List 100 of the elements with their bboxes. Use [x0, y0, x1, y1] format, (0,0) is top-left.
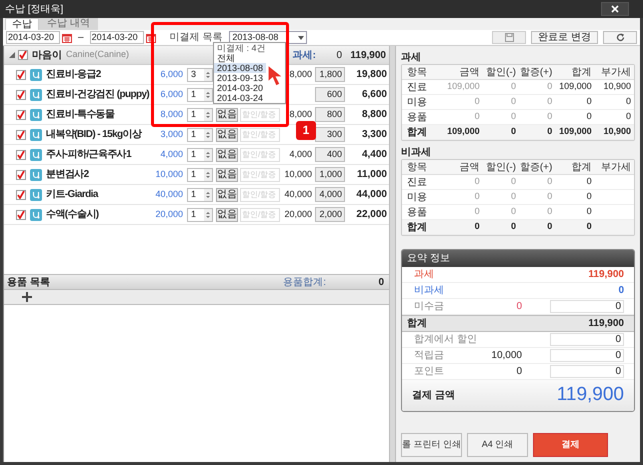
- quantity-spinner[interactable]: 1: [187, 168, 213, 182]
- checkbox[interactable]: [16, 150, 26, 160]
- complete-button[interactable]: 완료로 변경: [531, 31, 598, 44]
- table-cell-text: 0: [510, 190, 516, 204]
- summary-label: 포인트: [414, 365, 445, 379]
- none-button[interactable]: 없음: [216, 128, 238, 142]
- checkbox[interactable]: [16, 110, 26, 120]
- item-name: 진료비-특수동물: [46, 108, 116, 122]
- table-cell-text: 0: [510, 220, 516, 234]
- table-cell-text: 0: [474, 110, 480, 124]
- date-field[interactable]: 2014-03-20: [6, 31, 60, 44]
- close-button[interactable]: [601, 2, 629, 16]
- supplies-total: 0: [377, 276, 385, 290]
- checkbox[interactable]: [16, 190, 26, 200]
- tax-button[interactable]: 600: [315, 87, 345, 102]
- quantity-spinner[interactable]: 1: [187, 188, 213, 202]
- tax-button[interactable]: 800: [315, 107, 345, 122]
- table-cell-text: 0: [546, 220, 552, 234]
- none-button[interactable]: 없음: [216, 168, 238, 182]
- amount-field[interactable]: 0: [550, 349, 624, 362]
- checkbox[interactable]: [16, 90, 26, 100]
- pet-species: Canine(Canine): [66, 48, 130, 62]
- pay-button[interactable]: 결제: [533, 433, 608, 457]
- item-total: 8,800: [360, 108, 387, 122]
- table-cell-text: 0: [474, 95, 480, 108]
- none-button[interactable]: 없음: [216, 208, 238, 222]
- item-name: 진료비-건강검진 (puppy): [46, 88, 150, 102]
- column-header: 합계: [570, 66, 592, 80]
- dropdown-option[interactable]: 2014-03-24: [214, 93, 266, 103]
- table-cell-text: 용품: [406, 206, 428, 220]
- payment-amount-label: 결제 금액: [412, 389, 455, 403]
- supplies-total-label: 용품합계:: [283, 276, 326, 290]
- tax-button[interactable]: 300: [315, 127, 345, 142]
- quantity-spinner[interactable]: 1: [187, 88, 213, 102]
- tax-button[interactable]: 1,800: [315, 67, 345, 82]
- stethoscope-icon: [30, 108, 42, 120]
- amount-field[interactable]: 0: [550, 365, 624, 378]
- checkbox[interactable]: [16, 170, 26, 180]
- summary-value: 0: [515, 300, 522, 314]
- summary-label: 비과세: [414, 284, 445, 298]
- print-button[interactable]: 롤 프린터 인쇄: [401, 433, 462, 457]
- item-price: 8,000: [159, 108, 183, 121]
- none-button[interactable]: 없음: [216, 188, 238, 202]
- checkbox[interactable]: [16, 210, 26, 220]
- supplies-title: 용품 목록: [7, 276, 50, 290]
- column-header: 할인(-): [484, 66, 516, 80]
- tax-button[interactable]: 2,000: [315, 207, 345, 222]
- table-cell-text: 0: [586, 175, 592, 188]
- summary-label: 미수금: [414, 300, 445, 314]
- tax-label: 과세:: [292, 48, 316, 62]
- refresh-button[interactable]: [603, 31, 637, 44]
- print-button[interactable]: A4 인쇄: [467, 433, 528, 457]
- item-price: 3,000: [159, 128, 183, 141]
- table-cell-text: 합계: [406, 126, 428, 140]
- amount-field[interactable]: 0: [550, 333, 624, 346]
- quantity-spinner[interactable]: 3: [187, 68, 213, 82]
- calendar-icon[interactable]: [62, 32, 72, 42]
- item-price: 6,000: [159, 88, 183, 101]
- date-separator: –: [77, 31, 85, 45]
- column-header: 부가세: [600, 160, 631, 174]
- quantity-spinner[interactable]: 1: [187, 128, 213, 142]
- dropdown-option[interactable]: 2013-09-13: [214, 73, 266, 83]
- dropdown-option[interactable]: 2014-03-20: [214, 83, 266, 93]
- tab[interactable]: 수납: [5, 18, 39, 30]
- column-header: 부가세: [600, 66, 631, 80]
- none-button[interactable]: 없음: [216, 108, 238, 122]
- dropdown-option[interactable]: 전체: [214, 53, 266, 63]
- item-name: 수액(수술시): [46, 208, 100, 222]
- checkbox[interactable]: [16, 130, 26, 140]
- tax-button[interactable]: 4,000: [315, 187, 345, 202]
- item-price: 4,000: [159, 148, 183, 161]
- table-cell-text: 0: [510, 175, 516, 188]
- tax-value: 0: [335, 48, 342, 62]
- summary-label: 과세: [414, 268, 435, 282]
- dropdown-option[interactable]: 2013-08-08: [214, 63, 266, 73]
- date-field[interactable]: 2014-03-20: [90, 31, 144, 44]
- tax-button[interactable]: 1,000: [315, 167, 345, 182]
- caret-icon: [298, 36, 304, 40]
- checkbox[interactable]: [18, 50, 28, 60]
- table-cell-text: 0: [546, 110, 552, 124]
- none-button[interactable]: 없음: [216, 148, 238, 162]
- tab[interactable]: 수납 내역: [39, 18, 98, 30]
- quantity-spinner[interactable]: 1: [187, 208, 213, 222]
- table-cell-text: 0: [586, 220, 592, 234]
- table-cell-text: 109,000: [558, 80, 592, 94]
- collapse-icon[interactable]: [9, 52, 15, 58]
- summary-value: 119,900: [588, 268, 624, 282]
- summary-label: 적립금: [414, 349, 445, 363]
- save-button[interactable]: [492, 31, 526, 44]
- checkbox[interactable]: [16, 70, 26, 80]
- table-cell-text: 109,000: [446, 80, 480, 94]
- table-cell-text: 진료: [406, 176, 428, 190]
- quantity-spinner[interactable]: 1: [187, 148, 213, 162]
- amount-field[interactable]: 0: [550, 300, 624, 313]
- stethoscope-icon: [30, 88, 42, 100]
- quantity-spinner[interactable]: 1: [187, 108, 213, 122]
- plus-icon[interactable]: [22, 292, 32, 302]
- table-cell-text: 0: [510, 125, 516, 138]
- tax-button[interactable]: 400: [315, 147, 345, 162]
- table-cell-text: 109,000: [558, 125, 592, 138]
